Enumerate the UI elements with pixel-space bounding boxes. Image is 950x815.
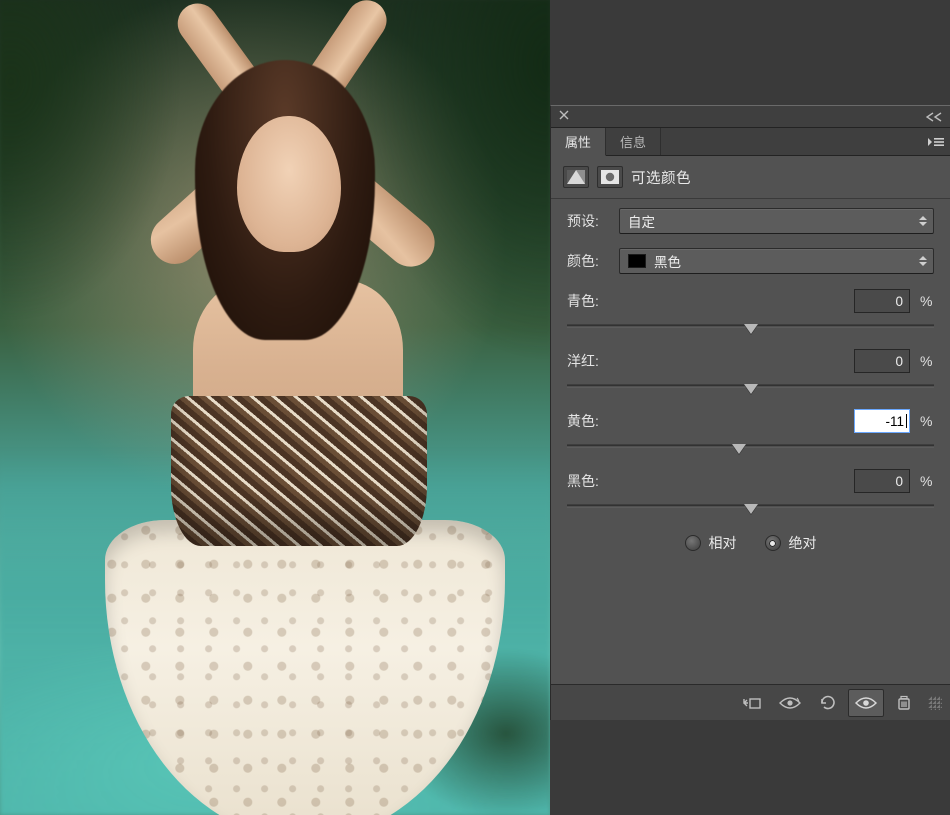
colors-swatch [628,254,646,268]
panel-flyout-menu[interactable] [922,128,950,155]
colors-select[interactable]: 黑色 [619,248,934,274]
panel-resize-grip[interactable] [928,696,942,710]
panel-dock: 属性 信息 [550,0,950,815]
reset-button[interactable] [810,689,846,717]
preset-select[interactable]: 自定 [619,208,934,234]
tab-properties[interactable]: 属性 [551,128,606,156]
radio-icon [765,535,781,551]
method-row: 相对 绝对 [567,523,934,559]
tab-properties-label: 属性 [565,132,591,151]
slider-magenta-label: 洋红: [567,351,599,371]
tab-info[interactable]: 信息 [606,128,661,155]
layer-mask-icon[interactable] [597,166,623,188]
percent-unit: % [920,413,934,429]
properties-form: 预设: 自定 颜色: 黑色 [551,199,950,567]
canvas-figure [45,0,505,815]
document-canvas[interactable] [0,0,550,815]
panel-topbar [551,106,950,128]
slider-magenta: 洋红: 0 % [567,343,934,399]
preset-row: 预设: 自定 [567,203,934,239]
slider-magenta-thumb[interactable] [744,384,758,394]
panel-header: 可选颜色 [551,156,950,199]
slider-yellow-thumb[interactable] [732,444,746,454]
slider-yellow-track[interactable] [567,439,934,453]
properties-panel: 属性 信息 [550,105,950,720]
panel-footer [551,684,950,720]
select-stepper-icon [919,216,927,226]
panel-tabbar: 属性 信息 [551,128,950,156]
panel-title: 可选颜色 [631,167,691,188]
slider-cyan-label: 青色: [567,291,599,311]
tab-info-label: 信息 [620,132,646,151]
slider-black-thumb[interactable] [744,504,758,514]
view-previous-state-button[interactable] [772,689,808,717]
radio-relative-label: 相对 [709,533,737,553]
radio-absolute-label: 绝对 [789,533,817,553]
slider-cyan-value[interactable]: 0 [854,289,910,313]
slider-yellow: 黄色: -11 % [567,403,934,459]
slider-yellow-label: 黄色: [567,411,599,431]
slider-black: 黑色: 0 % [567,463,934,519]
percent-unit: % [920,473,934,489]
slider-cyan: 青色: 0 % [567,283,934,339]
radio-absolute[interactable]: 绝对 [765,533,817,553]
slider-cyan-track[interactable] [567,319,934,333]
text-caret [906,414,907,428]
clip-to-layer-button[interactable] [734,689,770,717]
percent-unit: % [920,353,934,369]
slider-magenta-value[interactable]: 0 [854,349,910,373]
percent-unit: % [920,293,934,309]
radio-relative[interactable]: 相对 [685,533,737,553]
toggle-visibility-button[interactable] [848,689,884,717]
colors-value: 黑色 [654,251,681,271]
slider-cyan-thumb[interactable] [744,324,758,334]
selective-color-icon[interactable] [563,166,589,188]
slider-black-value[interactable]: 0 [854,469,910,493]
preset-value: 自定 [628,211,655,231]
slider-black-track[interactable] [567,499,934,513]
select-stepper-icon [919,256,927,266]
slider-black-label: 黑色: [567,471,599,491]
delete-adjustment-button[interactable] [886,689,922,717]
panel-close-button[interactable] [559,110,569,123]
slider-yellow-value[interactable]: -11 [854,409,910,433]
slider-magenta-track[interactable] [567,379,934,393]
colors-row: 颜色: 黑色 [567,243,934,279]
preset-label: 预设: [567,211,611,231]
radio-icon [685,535,701,551]
colors-label: 颜色: [567,251,611,271]
panel-collapse-button[interactable] [926,112,942,122]
